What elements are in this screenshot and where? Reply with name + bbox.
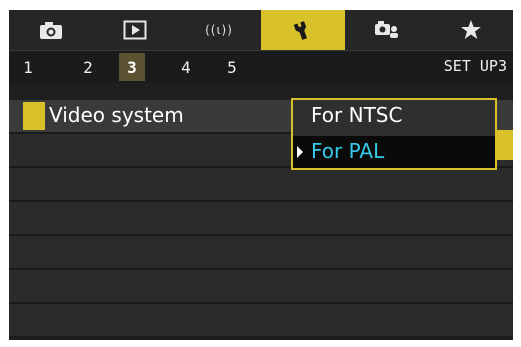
page-number-bar: 1 2 3 4 5 SET UP3 (9, 50, 513, 83)
tab-wireless[interactable]: ((ι)) (177, 10, 261, 50)
page-1[interactable]: 1 (15, 53, 41, 81)
selection-marker (23, 102, 45, 130)
page-2[interactable]: 2 (75, 53, 101, 81)
page-4[interactable]: 4 (173, 53, 199, 81)
option-label: For PAL (311, 139, 385, 163)
wireless-icon: ((ι)) (205, 23, 233, 37)
tab-my-menu[interactable] (429, 10, 513, 50)
option-label: For NTSC (311, 103, 403, 127)
star-icon (460, 19, 482, 41)
option-pal[interactable]: For PAL (293, 136, 495, 168)
menu-row-empty (9, 304, 513, 338)
video-system-dropdown: For NTSC For PAL (291, 98, 497, 170)
page-3[interactable]: 3 (119, 53, 145, 81)
tab-shooting[interactable] (9, 10, 93, 50)
menu-row-empty (9, 236, 513, 270)
custom-functions-icon (374, 20, 400, 40)
wrench-icon (292, 19, 314, 41)
menu-tab-bar: ((ι)) (9, 10, 513, 50)
pointer-arrow-icon (297, 146, 303, 158)
page-title: SET UP3 (443, 57, 507, 75)
camera-menu-screen: ((ι)) 1 2 3 4 5 SET UP3 Video system For… (9, 10, 513, 340)
menu-row-empty (9, 270, 513, 304)
tab-playback[interactable] (93, 10, 177, 50)
playback-icon (123, 20, 147, 40)
menu-row-empty (9, 202, 513, 236)
tab-setup[interactable] (261, 10, 345, 50)
tab-custom[interactable] (345, 10, 429, 50)
option-ntsc[interactable]: For NTSC (293, 100, 495, 132)
camera-icon (39, 20, 63, 40)
menu-item-label: Video system (49, 103, 184, 127)
menu-row-empty (9, 168, 513, 202)
page-5[interactable]: 5 (219, 53, 245, 81)
